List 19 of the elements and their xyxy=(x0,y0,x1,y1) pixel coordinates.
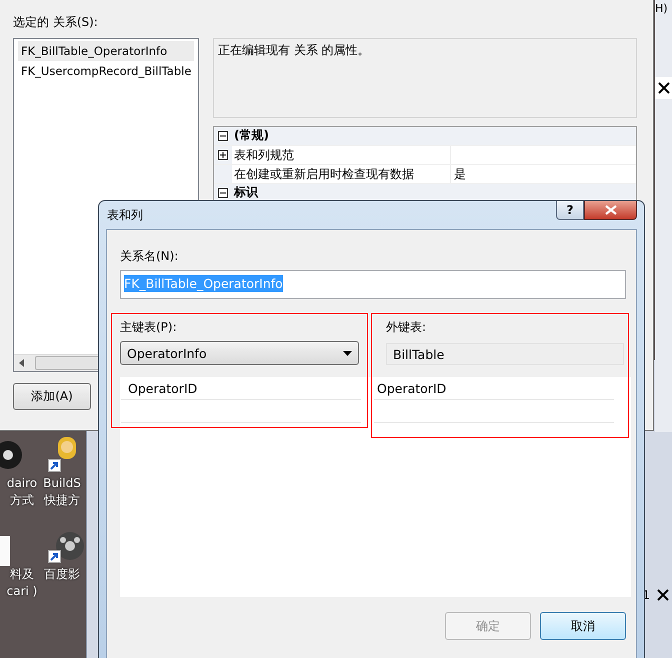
icon-label: BuildS xyxy=(43,475,81,492)
icon-label: 方式 xyxy=(10,492,34,509)
window-title: 表和列 xyxy=(107,207,143,224)
icon-label: 百度影 xyxy=(44,566,80,583)
property-name: 表和列规范 xyxy=(232,146,451,164)
category-label: (常规) xyxy=(233,127,269,144)
table-field: BillTable xyxy=(386,343,624,365)
icon-label: dairo xyxy=(6,475,38,492)
property-name: 在创建或重新启用时检查现有数据 xyxy=(232,165,451,183)
icon-label: 料及 xyxy=(10,566,34,583)
relations-label: 选定的 关系(S): xyxy=(13,14,99,30)
menu-label: H) xyxy=(655,2,669,15)
description-box: 正在编辑现有 关系 的属性。 xyxy=(213,38,637,118)
field-label: 关系名(N): xyxy=(120,248,180,264)
field-label: 主键表(P): xyxy=(120,319,178,335)
icon-label: cari ) xyxy=(6,583,38,600)
category-label: 标识 xyxy=(232,184,258,201)
icon-label: 快捷方 xyxy=(44,492,80,509)
field-label: 外键表: xyxy=(386,319,428,335)
